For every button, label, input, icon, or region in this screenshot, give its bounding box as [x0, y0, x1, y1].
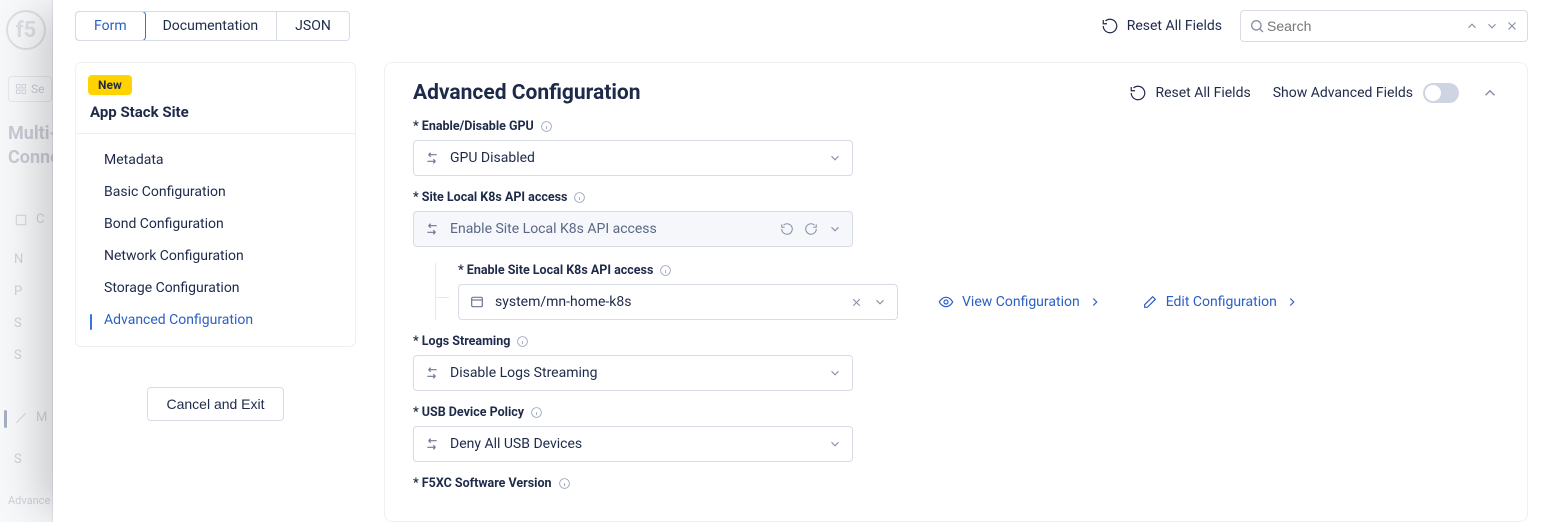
bg-menu-item: M [14, 410, 47, 425]
field-logs: * Logs Streaming Disable Logs Streaming [413, 334, 1499, 391]
bg-menu-item: P [14, 284, 22, 299]
search-icon [1249, 18, 1265, 34]
sidebar-item-metadata[interactable]: Metadata [76, 144, 355, 176]
chevron-right-icon [1285, 295, 1299, 309]
gpu-label: * Enable/Disable GPU [413, 119, 534, 134]
info-icon[interactable] [659, 264, 672, 277]
search-box[interactable] [1240, 10, 1528, 42]
config-panel: Advanced Configuration Reset All Fields … [384, 62, 1528, 522]
show-advanced-label: Show Advanced Fields [1273, 85, 1413, 101]
k8s-select[interactable]: Enable Site Local K8s API access [413, 211, 853, 247]
chevron-down-icon [873, 295, 887, 309]
swap-icon [424, 436, 440, 452]
sidebar-item-basic-config[interactable]: Basic Configuration [76, 176, 355, 208]
field-k8s-access: * Site Local K8s API access Enable Site … [413, 190, 1499, 320]
reset-icon [1129, 84, 1147, 102]
chevron-down-icon [828, 151, 842, 165]
edit-configuration-link[interactable]: Edit Configuration [1142, 294, 1299, 310]
search-next-icon[interactable] [1485, 19, 1499, 33]
tab-documentation[interactable]: Documentation [145, 12, 278, 40]
gpu-value: GPU Disabled [450, 150, 818, 166]
reset-label: Reset All Fields [1127, 18, 1222, 34]
nested-k8s-enable: * Enable Site Local K8s API access syste… [435, 263, 1499, 320]
field-gpu: * Enable/Disable GPU GPU Disabled [413, 119, 1499, 176]
sidebar-item-advanced-config[interactable]: Advanced Configuration [76, 304, 355, 336]
bg-menu-item: S [14, 348, 22, 363]
form-sidebar: New App Stack Site Metadata Basic Config… [53, 52, 356, 522]
chevron-down-icon [828, 437, 842, 451]
collapse-panel-icon[interactable] [1481, 84, 1499, 102]
edit-config-label: Edit Configuration [1166, 294, 1277, 310]
bg-page-title: Multi-Conne [8, 122, 56, 171]
info-icon[interactable] [540, 120, 553, 133]
sidebar-nav: Metadata Basic Configuration Bond Config… [76, 134, 355, 346]
k8s-label: * Site Local K8s API access [413, 190, 567, 205]
clear-icon[interactable] [850, 296, 863, 309]
bg-breadcrumb: Advance [8, 494, 50, 507]
swap-icon [424, 150, 440, 166]
object-icon [469, 294, 485, 310]
tab-form[interactable]: Form [75, 11, 146, 41]
view-mode-tabs: Form Documentation JSON [75, 11, 350, 41]
swap-icon [424, 365, 440, 381]
gpu-select[interactable]: GPU Disabled [413, 140, 853, 176]
info-icon[interactable] [558, 477, 571, 490]
usb-label: * USB Device Policy [413, 405, 524, 420]
reset-all-fields-top[interactable]: Reset All Fields [1101, 17, 1222, 35]
toggle-switch[interactable] [1423, 83, 1459, 103]
brand-logo: f5 [6, 10, 46, 50]
background-app: f5 Se Multi-Conne C N P S S M S Advance [0, 0, 53, 522]
field-software-version: * F5XC Software Version [413, 476, 1499, 491]
reset-label: Reset All Fields [1155, 85, 1250, 101]
view-config-label: View Configuration [962, 294, 1080, 310]
sidebar-item-bond-config[interactable]: Bond Configuration [76, 208, 355, 240]
sidebar-item-network-config[interactable]: Network Configuration [76, 240, 355, 272]
modal: Form Documentation JSON Reset All Fields [53, 0, 1550, 522]
info-icon[interactable] [516, 335, 529, 348]
usb-select[interactable]: Deny All USB Devices [413, 426, 853, 462]
redo-icon[interactable] [804, 222, 818, 236]
eye-icon [938, 294, 954, 310]
version-label: * F5XC Software Version [413, 476, 552, 491]
new-badge: New [88, 75, 132, 95]
cancel-exit-button[interactable]: Cancel and Exit [147, 387, 283, 421]
logs-select[interactable]: Disable Logs Streaming [413, 355, 853, 391]
field-usb: * USB Device Policy Deny All USB Devices [413, 405, 1499, 462]
pencil-icon [1142, 294, 1158, 310]
bg-active-indicator [4, 410, 7, 428]
logs-value: Disable Logs Streaming [450, 365, 818, 381]
panel-title: Advanced Configuration [413, 81, 1107, 105]
undo-icon[interactable] [780, 222, 794, 236]
bg-menu-item: S [14, 316, 22, 331]
bg-menu-item: N [14, 252, 23, 267]
chevron-down-icon [828, 366, 842, 380]
k8s-object-value: system/mn-home-k8s [495, 294, 840, 310]
bg-menu-item: S [14, 452, 22, 467]
view-configuration-link[interactable]: View Configuration [938, 294, 1102, 310]
chevron-down-icon [828, 222, 842, 236]
sidebar-item-storage-config[interactable]: Storage Configuration [76, 272, 355, 304]
reset-icon [1101, 17, 1119, 35]
service-select-bg: Se [8, 76, 52, 102]
search-input[interactable] [1265, 17, 1465, 35]
reset-all-fields-panel[interactable]: Reset All Fields [1129, 84, 1250, 102]
sidebar-title: App Stack Site [76, 103, 355, 134]
show-advanced-toggle[interactable]: Show Advanced Fields [1273, 83, 1459, 103]
k8s-enable-label: * Enable Site Local K8s API access [458, 263, 653, 278]
usb-value: Deny All USB Devices [450, 436, 818, 452]
tab-json[interactable]: JSON [277, 12, 349, 40]
swap-icon [424, 221, 440, 237]
k8s-object-select[interactable]: system/mn-home-k8s [458, 284, 898, 320]
main-area: Advanced Configuration Reset All Fields … [356, 52, 1550, 522]
topbar: Form Documentation JSON Reset All Fields [53, 0, 1550, 52]
search-clear-icon[interactable] [1505, 19, 1519, 33]
bg-menu-item: C [14, 212, 44, 227]
search-prev-icon[interactable] [1465, 19, 1479, 33]
info-icon[interactable] [530, 406, 543, 419]
chevron-right-icon [1088, 295, 1102, 309]
info-icon[interactable] [573, 191, 586, 204]
logs-label: * Logs Streaming [413, 334, 510, 349]
k8s-value: Enable Site Local K8s API access [450, 221, 770, 237]
